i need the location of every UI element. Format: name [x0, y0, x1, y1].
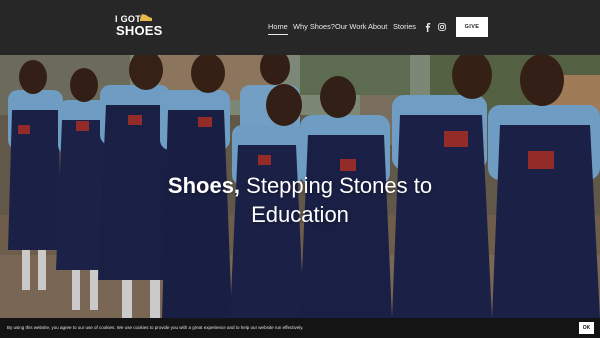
page: I GOT SHOES Home Why Shoes? Our Work Abo…: [0, 0, 600, 338]
cookie-text: By using this website, you agree to our …: [7, 325, 304, 330]
cookie-ok-button[interactable]: OK: [579, 322, 594, 334]
hero-title: Shoes, Stepping Stones to Education: [0, 171, 600, 229]
instagram-icon[interactable]: [436, 21, 448, 33]
nav-stories[interactable]: Stories: [393, 20, 416, 34]
nav-our-work[interactable]: Our Work: [335, 20, 366, 34]
hero-title-bold: Shoes,: [167, 173, 241, 198]
hero-title-line2: Education: [251, 202, 349, 227]
hero-title-rest: Stepping Stones to: [240, 173, 433, 198]
nav-home[interactable]: Home: [268, 20, 288, 35]
shoe-logo-icon: [140, 14, 152, 21]
give-button[interactable]: GIVE: [456, 17, 488, 37]
site-logo[interactable]: I GOT SHOES: [115, 14, 163, 41]
cookie-banner: By using this website, you agree to our …: [0, 318, 600, 338]
site-header: I GOT SHOES Home Why Shoes? Our Work Abo…: [0, 0, 600, 55]
hero-section: Shoes, Stepping Stones to Education: [0, 55, 600, 318]
nav-about[interactable]: About: [368, 20, 387, 34]
logo-line-2: SHOES: [116, 23, 163, 38]
nav-why-shoes[interactable]: Why Shoes?: [293, 20, 335, 34]
facebook-icon[interactable]: [422, 21, 434, 33]
